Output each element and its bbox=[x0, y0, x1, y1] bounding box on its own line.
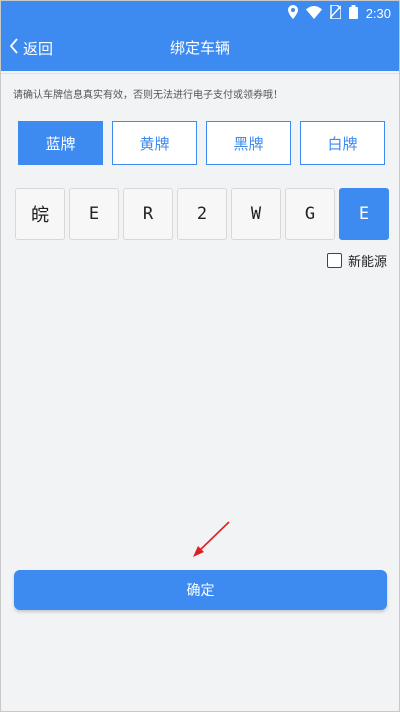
plate-char-2[interactable]: E bbox=[69, 188, 119, 240]
status-icons: 2:30 bbox=[287, 3, 391, 23]
new-energy-checkbox[interactable] bbox=[326, 252, 342, 268]
notice-text: 请确认车牌信息真实有效，否则无法进行电子支付或领券哦！ bbox=[13, 90, 283, 101]
plate-char-7[interactable]: E bbox=[339, 188, 389, 240]
plate-type-black-button[interactable]: 黑牌 bbox=[206, 121, 291, 165]
plate-char-3[interactable]: R bbox=[123, 188, 173, 240]
plate-type-selector: 蓝牌 黄牌 黑牌 白牌 bbox=[18, 121, 385, 165]
annotation-arrow-icon bbox=[189, 519, 233, 561]
plate-type-blue-button[interactable]: 蓝牌 bbox=[18, 121, 103, 165]
chevron-left-icon bbox=[9, 38, 19, 58]
back-label: 返回 bbox=[23, 39, 54, 58]
location-icon bbox=[287, 4, 298, 23]
plate-number-input: 皖 E R 2 W G E bbox=[15, 188, 389, 240]
plate-type-yellow-button[interactable]: 黄牌 bbox=[112, 121, 197, 165]
wifi-icon bbox=[305, 4, 322, 23]
new-energy-label: 新能源 bbox=[347, 254, 387, 270]
plate-char-5[interactable]: W bbox=[231, 188, 281, 240]
status-time: 2:30 bbox=[365, 5, 391, 21]
plate-char-4[interactable]: 2 bbox=[177, 188, 227, 240]
page-title: 绑定车辆 bbox=[169, 39, 230, 57]
new-energy-toggle[interactable]: 新能源 bbox=[326, 251, 387, 270]
status-bar: 2:30 bbox=[1, 1, 399, 25]
no-sim-icon bbox=[329, 3, 342, 23]
confirm-button[interactable]: 确定 bbox=[14, 570, 387, 610]
plate-type-white-button[interactable]: 白牌 bbox=[300, 121, 385, 165]
back-button[interactable]: 返回 bbox=[9, 25, 53, 71]
plate-char-1[interactable]: 皖 bbox=[15, 188, 65, 240]
app-screen: 2:30 返回 绑定车辆 请确认车牌信息真实有效，否则无法进行电子支付或领券哦！… bbox=[0, 0, 400, 712]
navigation-bar: 返回 绑定车辆 bbox=[1, 25, 399, 71]
plate-char-6[interactable]: G bbox=[285, 188, 335, 240]
battery-icon bbox=[348, 4, 358, 23]
divider bbox=[1, 73, 399, 74]
